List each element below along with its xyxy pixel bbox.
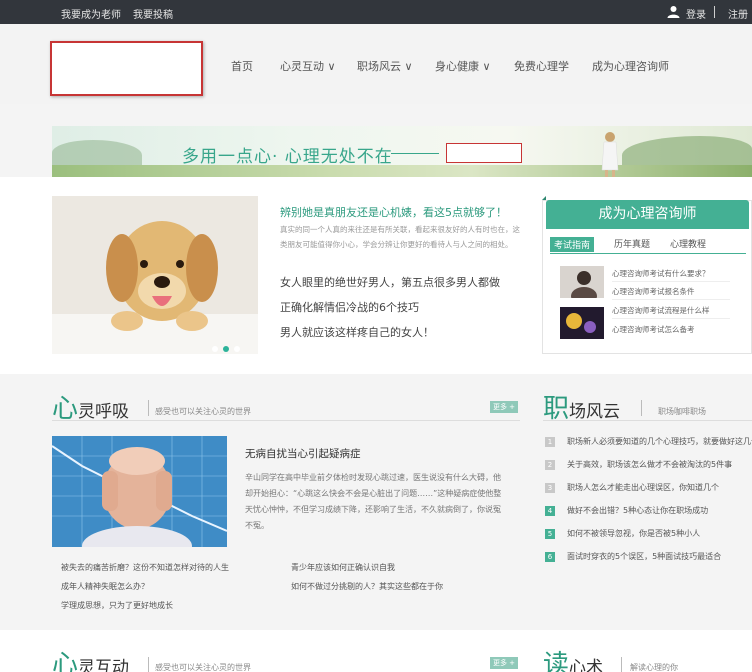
rank-number: 6: [545, 552, 555, 562]
banner-highlight-box: [446, 143, 522, 163]
more-button[interactable]: 更多 +: [490, 401, 518, 413]
banner-line: [391, 153, 439, 154]
nav-free-psychology[interactable]: 免费心理学: [514, 58, 569, 74]
user-icon: [667, 6, 680, 18]
carousel-dots: [212, 337, 245, 356]
logo[interactable]: [50, 41, 203, 96]
featured-image[interactable]: [52, 196, 258, 354]
section-subtitle: 职场咖啡职场: [658, 407, 706, 416]
top-bar: 我要成为老师 我要投稿 登录 注册: [0, 0, 752, 24]
article-desc: 辛山同学在高中毕业前夕体检时发现心跳过速，医生说没有什么大碍，他却开始担心：“心…: [245, 473, 502, 530]
sidebar-question[interactable]: 心理咨询师考试报名条件: [612, 286, 695, 297]
become-counselor-button[interactable]: 成为心理咨询师: [542, 196, 749, 229]
article-link[interactable]: 青少年应该如何正确认识自我: [291, 562, 395, 573]
article-link[interactable]: 成年人精神失眠怎么办？: [61, 581, 149, 592]
sidebar-question[interactable]: 心理咨询师考试怎么备考: [612, 324, 695, 335]
rank-item[interactable]: 做好不会出错？5种心态让你在职场成功: [567, 505, 708, 516]
more-button[interactable]: 更多 +: [490, 657, 518, 669]
featured-desc: 真实的同一个人真的来往还是有所关联，看起来很友好的人有时也在，这类朋友可能值得你…: [280, 225, 520, 249]
section-subtitle: 感受也可以关注心灵的世界: [155, 407, 251, 416]
girl-image: [601, 132, 619, 177]
nav-become-counselor[interactable]: 成为心理咨询师: [592, 58, 669, 74]
nav-health[interactable]: 身心健康 ∨: [435, 58, 491, 74]
submit-article-link[interactable]: 我要投稿: [133, 6, 173, 21]
section-subtitle: 感受也可以关注心灵的世界: [155, 663, 251, 672]
section-title-mind-reading: 读心术: [543, 650, 604, 672]
carousel-dot-active[interactable]: [223, 346, 229, 352]
sidebar-question[interactable]: 心理咨询师考试流程是什么样: [612, 305, 710, 316]
become-teacher-link[interactable]: 我要成为老师: [61, 6, 121, 21]
tab-exam-guide[interactable]: 考试指南: [550, 237, 595, 252]
register-link[interactable]: 注册: [728, 6, 748, 21]
carousel-dot[interactable]: [234, 346, 240, 352]
nav-interaction[interactable]: 心灵互动 ∨: [280, 58, 336, 74]
thumbnail-woman[interactable]: [560, 266, 604, 298]
rank-number: 1: [545, 437, 555, 447]
featured-item[interactable]: 正确化解情侣冷战的6个技巧: [280, 299, 419, 315]
article-link[interactable]: 被失去的痛苦折磨？这份不知道怎样对待的人生: [61, 562, 229, 573]
article-image[interactable]: [52, 436, 227, 547]
tab-past-papers[interactable]: 历年真题: [614, 237, 650, 250]
topbar-separator: [714, 6, 715, 18]
rank-number: 2: [545, 460, 555, 470]
nav-home[interactable]: 首页: [231, 58, 253, 74]
article-link[interactable]: 如何不做过分挑剔的人？其实这些都在于你: [291, 581, 443, 592]
thumbnail-lights[interactable]: [560, 307, 604, 339]
featured-item[interactable]: 女人眼里的绝世好男人，第五点很多男人都做: [280, 274, 500, 290]
article-link[interactable]: 学理成思想，只为了更好地成长: [61, 600, 173, 611]
rank-item[interactable]: 职场人怎么才能走出心理误区，你知道几个: [567, 482, 719, 493]
rank-item[interactable]: 关于高效，职场该怎么做才不会被淘汰的5件事: [567, 459, 732, 470]
rank-number: 4: [545, 506, 555, 516]
section-title-interaction: 心灵互动: [52, 650, 130, 672]
rank-item[interactable]: 面试时穿衣的5个误区，5种面试技巧最适合: [567, 551, 721, 562]
article-title[interactable]: 无病自扰当心引起疑病症: [245, 446, 361, 461]
stressed-man-image: [52, 436, 227, 547]
rank-item[interactable]: 如何不被领导忽视，你是否被5种小人: [567, 528, 700, 539]
featured-item[interactable]: 男人就应该这样疼自己的女人！: [280, 324, 434, 340]
section-subtitle: 解读心理的你: [630, 663, 678, 672]
rank-item[interactable]: 职场新人必须要知道的几个心理技巧，就要做好这几个: [567, 436, 752, 447]
featured-title[interactable]: 辨别她是真朋友还是心机婊，看这5点就够了！: [280, 204, 507, 220]
tab-tutorials[interactable]: 心理教程: [670, 237, 706, 250]
slogan-banner[interactable]: 多用一点心· 心理无处不在: [52, 126, 752, 177]
rank-number: 5: [545, 529, 555, 539]
login-link[interactable]: 登录: [686, 6, 706, 21]
rank-number: 3: [545, 483, 555, 493]
banner-slogan: 多用一点心· 心理无处不在: [182, 147, 393, 167]
carousel-dot[interactable]: [212, 346, 218, 352]
dog-image: [52, 196, 258, 354]
nav-career[interactable]: 职场风云 ∨: [357, 58, 413, 74]
sidebar-question[interactable]: 心理咨询师考试有什么要求？: [612, 268, 710, 279]
tab-underline: [550, 253, 746, 254]
